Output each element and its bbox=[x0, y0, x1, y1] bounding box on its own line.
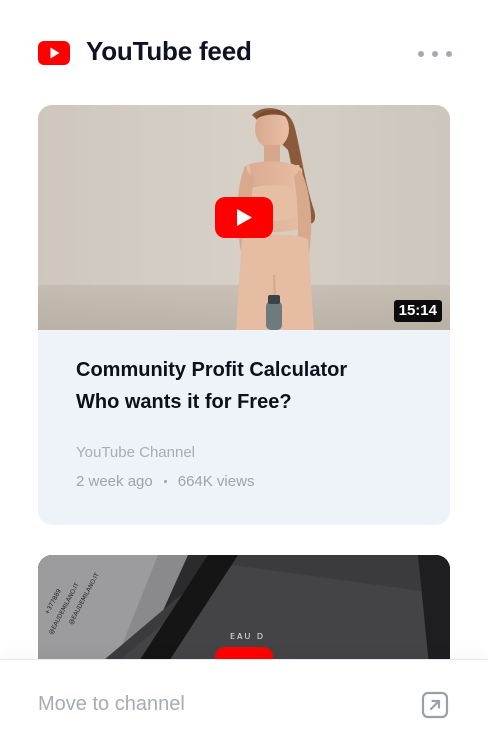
widget-header: YouTube feed bbox=[38, 34, 452, 74]
thumbnail-text: EAU D bbox=[230, 632, 265, 641]
video-info: Community Profit Calculator Who wants it… bbox=[76, 354, 416, 490]
video-title[interactable]: Community Profit Calculator Who wants it… bbox=[76, 354, 416, 418]
thumbnail-image: +377889 @EAUDEMILANO.IT @EAUDEMILANO.IT … bbox=[38, 555, 450, 660]
more-horizontal-icon bbox=[418, 51, 424, 57]
video-title-line-1: Community Profit Calculator bbox=[76, 359, 348, 381]
view-count: 664K views bbox=[177, 473, 255, 490]
video-thumbnail[interactable]: 15:14 bbox=[38, 105, 450, 330]
widget-title: YouTube feed bbox=[86, 36, 252, 66]
widget-footer: Move to channel bbox=[0, 659, 488, 750]
separator-dot bbox=[163, 480, 167, 483]
video-title-line-2: Who wants it for Free? bbox=[76, 391, 292, 413]
video-duration: 15:14 bbox=[393, 300, 442, 322]
video-meta: 2 week ago 664K views bbox=[76, 473, 416, 490]
youtube-logo-icon bbox=[38, 41, 70, 65]
video-card[interactable]: 15:14 Community Profit Calculator Who wa… bbox=[38, 105, 450, 525]
channel-name[interactable]: YouTube Channel bbox=[76, 444, 416, 461]
play-icon[interactable] bbox=[215, 197, 273, 238]
video-feed[interactable]: 15:14 Community Profit Calculator Who wa… bbox=[38, 105, 450, 660]
video-card[interactable]: +377889 @EAUDEMILANO.IT @EAUDEMILANO.IT … bbox=[38, 555, 450, 660]
more-options-button[interactable] bbox=[418, 44, 452, 64]
youtube-feed-widget: YouTube feed 15:14 Community Profit Calc… bbox=[0, 0, 488, 750]
upload-age: 2 week ago bbox=[76, 473, 153, 490]
move-to-channel-link[interactable]: Move to channel bbox=[38, 693, 185, 716]
external-link-icon[interactable] bbox=[421, 691, 449, 719]
